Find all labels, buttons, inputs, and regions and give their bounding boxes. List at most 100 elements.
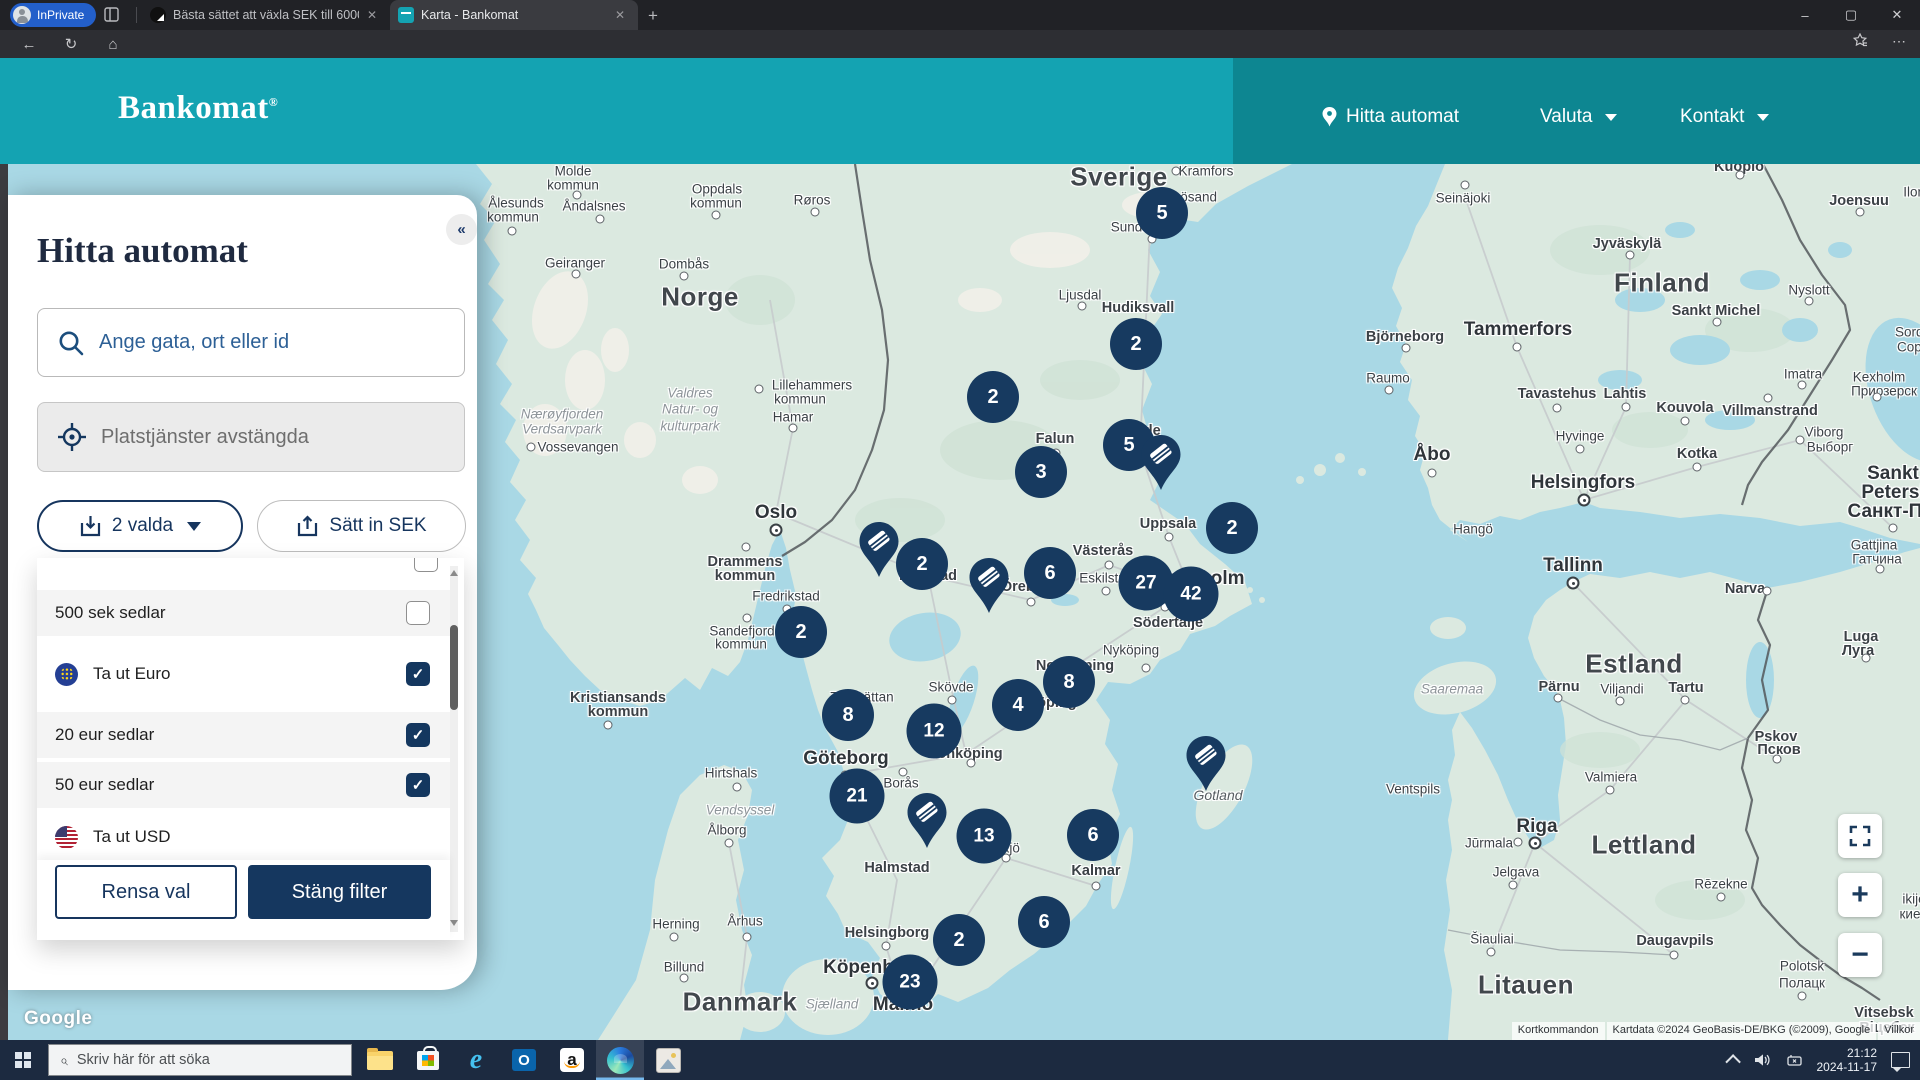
- atm-cluster-marker[interactable]: 12: [907, 704, 962, 759]
- scroll-up-icon[interactable]: [450, 570, 458, 576]
- taskbar-clock[interactable]: 21:12 2024-11-17: [1817, 1046, 1878, 1074]
- map-label: Šiauliai: [1470, 932, 1514, 947]
- atm-cluster-marker[interactable]: 13: [957, 809, 1012, 864]
- map-label: Saaremaa: [1421, 682, 1483, 697]
- map-label: Sjælland: [806, 997, 859, 1012]
- power-icon[interactable]: [1785, 1054, 1803, 1067]
- atm-cluster-marker[interactable]: 42: [1164, 567, 1219, 622]
- zoom-out-button[interactable]: −: [1838, 933, 1882, 977]
- window-minimize-button[interactable]: –: [1782, 0, 1828, 30]
- tab2-close-icon[interactable]: ✕: [615, 8, 625, 22]
- atm-cluster-marker[interactable]: 3: [1015, 446, 1067, 498]
- file-explorer-icon[interactable]: [356, 1040, 404, 1080]
- atm-cluster-marker[interactable]: 2: [1206, 502, 1258, 554]
- atm-cluster-marker[interactable]: 4: [992, 679, 1044, 731]
- search-placeholder: Ange gata, ort eller id: [99, 331, 289, 354]
- back-button[interactable]: ←: [14, 36, 44, 53]
- nav-valuta[interactable]: Valuta: [1540, 106, 1617, 128]
- browser-menu-icon[interactable]: ⋯: [1892, 33, 1906, 50]
- atm-cluster-marker[interactable]: 8: [1043, 656, 1095, 708]
- action-center-icon[interactable]: [1891, 1052, 1910, 1068]
- atm-cluster-marker[interactable]: 21: [830, 769, 885, 824]
- fullscreen-button[interactable]: [1838, 814, 1882, 858]
- filter-row[interactable]: 500 sek sedlar: [37, 590, 450, 636]
- atm-cluster-marker[interactable]: 6: [1024, 547, 1076, 599]
- map-label: Hangö: [1453, 522, 1493, 537]
- edge-icon[interactable]: [596, 1040, 644, 1080]
- filter-row[interactable]: 20 eur sedlar✓: [37, 712, 450, 758]
- search-input[interactable]: Ange gata, ort eller id: [37, 308, 465, 377]
- atm-cluster-marker[interactable]: 2: [933, 914, 985, 966]
- checkbox-unchecked[interactable]: [406, 601, 430, 625]
- terms-link[interactable]: Villkor: [1878, 1022, 1920, 1040]
- window-maximize-button[interactable]: ▢: [1828, 0, 1874, 30]
- map-label: Finland: [1614, 268, 1710, 299]
- tab-search-icon[interactable]: [104, 7, 119, 22]
- paint-icon[interactable]: [644, 1040, 692, 1080]
- tab1-close-icon[interactable]: ✕: [367, 8, 377, 22]
- atm-cluster-marker[interactable]: 2: [896, 538, 948, 590]
- start-button[interactable]: [0, 1040, 46, 1080]
- nav-kontakt[interactable]: Kontakt: [1680, 106, 1769, 128]
- atm-cluster-marker[interactable]: 6: [1018, 896, 1070, 948]
- checkbox-checked[interactable]: ✓: [406, 662, 430, 686]
- atm-cluster-marker[interactable]: 5: [1136, 187, 1188, 239]
- city-dot: [670, 933, 679, 942]
- keyboard-shortcuts-link[interactable]: Kortkommandon: [1512, 1022, 1605, 1040]
- tab2-favicon: [398, 7, 414, 23]
- city-dot: [1889, 524, 1898, 533]
- atm-pin-marker[interactable]: [857, 521, 901, 583]
- filter-row[interactable]: Ta ut Euro✓: [37, 640, 450, 708]
- volume-icon[interactable]: [1754, 1053, 1771, 1067]
- bankomat-logo[interactable]: Bankomat®: [118, 90, 278, 127]
- atm-cluster-marker[interactable]: 2: [967, 371, 1019, 423]
- deposit-sek-button[interactable]: Sätt in SEK: [257, 500, 466, 552]
- filter-row[interactable]: 50 eur sedlar✓: [37, 762, 450, 808]
- atm-cluster-marker[interactable]: 2: [775, 606, 827, 658]
- clear-selection-button[interactable]: Rensa val: [55, 865, 237, 919]
- atm-cluster-marker[interactable]: 2: [1110, 318, 1162, 370]
- city-dot: [1763, 587, 1772, 596]
- atm-pin-marker[interactable]: [905, 792, 949, 854]
- window-close-button[interactable]: ✕: [1874, 0, 1920, 30]
- map-label: Molde: [555, 164, 592, 179]
- microsoft-store-icon[interactable]: [404, 1040, 452, 1080]
- collapse-panel-button[interactable]: «: [446, 214, 477, 245]
- scroll-down-icon[interactable]: [450, 920, 458, 926]
- tab-vaxla-sek[interactable]: Bästa sättet att växla SEK till 6000 ✕: [144, 0, 390, 30]
- city-dot: [789, 424, 798, 433]
- atm-cluster-marker[interactable]: 6: [1067, 809, 1119, 861]
- checkbox-checked[interactable]: ✓: [406, 723, 430, 747]
- home-button[interactable]: ⌂: [98, 36, 128, 53]
- scrollbar-track[interactable]: [450, 566, 458, 932]
- city-dot: [1773, 755, 1782, 764]
- zoom-in-button[interactable]: +: [1838, 873, 1882, 917]
- outlook-icon[interactable]: O: [500, 1040, 548, 1080]
- atm-cluster-marker[interactable]: 23: [883, 955, 938, 1010]
- internet-explorer-icon[interactable]: e: [452, 1040, 500, 1080]
- map-label: Санкт-Пете: [1848, 501, 1920, 523]
- location-services-button[interactable]: Platstjänster avstängda: [37, 402, 465, 472]
- filter-dropdown-button[interactable]: 2 valda: [37, 500, 243, 552]
- nav-hitta-automat[interactable]: Hitta automat: [1322, 106, 1459, 128]
- refresh-button[interactable]: ↻: [56, 35, 86, 53]
- checkbox-checked[interactable]: ✓: [406, 773, 430, 797]
- tray-expand-icon[interactable]: [1729, 1055, 1740, 1066]
- filter-row[interactable]: Ta ut USD: [37, 809, 450, 865]
- atm-cluster-marker[interactable]: 8: [822, 689, 874, 741]
- taskbar-search[interactable]: ⌕ Skriv här för att söka: [48, 1044, 352, 1076]
- new-tab-button[interactable]: +: [648, 6, 658, 26]
- checkbox-partial[interactable]: [414, 558, 438, 572]
- inprivate-badge[interactable]: InPrivate: [10, 3, 96, 27]
- atm-pin-marker[interactable]: [967, 557, 1011, 619]
- clock-date: 2024-11-17: [1817, 1060, 1878, 1074]
- amazon-icon[interactable]: a: [548, 1040, 596, 1080]
- nav-hitta-label: Hitta automat: [1346, 106, 1459, 128]
- close-filter-button[interactable]: Stäng filter: [248, 865, 431, 919]
- atm-pin-marker[interactable]: [1139, 434, 1183, 496]
- atm-pin-marker[interactable]: [1184, 735, 1228, 797]
- scrollbar-thumb[interactable]: [450, 625, 458, 710]
- collections-icon[interactable]: [1852, 33, 1868, 51]
- tab-karta-bankomat[interactable]: Karta - Bankomat ✕: [390, 0, 638, 30]
- withdraw-icon: [79, 515, 102, 538]
